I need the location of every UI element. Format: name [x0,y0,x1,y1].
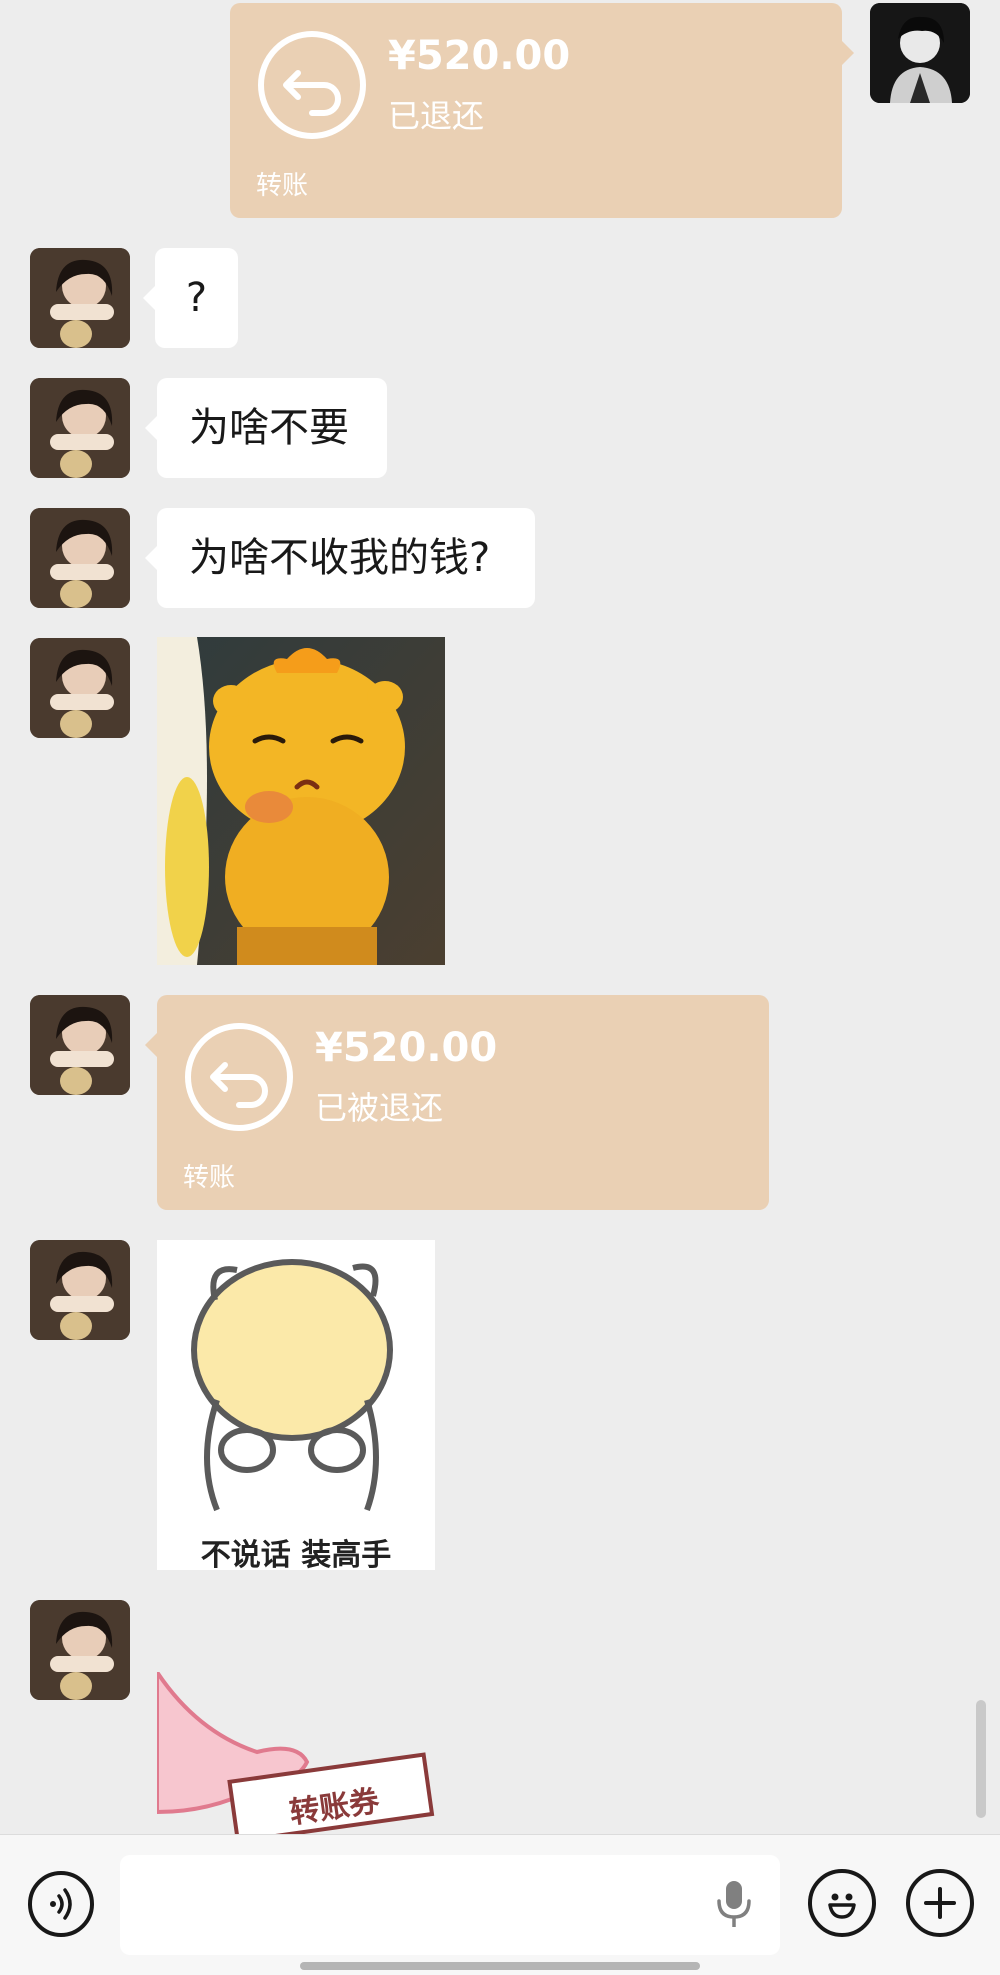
contact-avatar[interactable] [30,508,130,608]
voice-mode-icon [50,1888,72,1920]
emoji-icon [828,1893,856,1919]
avatar-image [30,638,130,738]
transfer-status: 已被退还 [315,1089,444,1127]
transfer-label: 转账 [256,171,309,201]
contact-avatar[interactable] [30,638,130,738]
voice-mode-button[interactable] [28,1871,94,1937]
refund-arrow-icon [258,31,366,139]
message-text: ? [185,275,208,321]
refund-arrow-icon [185,1023,293,1131]
home-indicator[interactable] [300,1962,700,1970]
contact-avatar[interactable] [30,378,130,478]
message-bubble[interactable]: 为啥不收我的钱? [145,508,535,608]
contact-avatar[interactable] [30,1600,130,1700]
plus-icon [924,1887,956,1919]
transfer-status: 已退还 [388,97,485,135]
chick-sticker-image [157,637,445,965]
transfer-amount: ¥520.00 [388,33,571,79]
message-input[interactable] [120,1855,780,1955]
emoji-button[interactable] [808,1869,876,1937]
transfer-card-sent[interactable]: ¥520.00 已退还 转账 [230,3,854,218]
avatar-image [30,1600,130,1700]
chick-sticker[interactable] [157,637,445,965]
avatar-image [30,508,130,608]
input-bar [0,1834,1000,1975]
avatar-image [30,1240,130,1340]
contact-avatar[interactable] [30,248,130,348]
transfer-coupon-sticker[interactable]: 转账券 [157,1672,447,1834]
message-bubble[interactable]: ? [143,248,238,348]
message-text: 为啥不要 [189,405,349,451]
avatar-image [30,995,130,1095]
contact-avatar[interactable] [30,1240,130,1340]
contact-avatar[interactable] [30,995,130,1095]
microphone-icon[interactable] [714,1879,754,1931]
message-text: 为啥不收我的钱? [189,535,491,581]
avatar-image [870,3,970,103]
sticker-caption: 不说话 装高手 [200,1538,392,1570]
avatar-image [30,378,130,478]
transfer-card-received[interactable]: ¥520.00 已被退还 转账 [145,995,769,1210]
blurry-character-image [157,1240,435,1520]
plus-button[interactable] [906,1869,974,1937]
avatar-image [30,248,130,348]
my-avatar[interactable] [870,3,970,103]
transfer-label: 转账 [183,1163,236,1193]
message-bubble[interactable]: 为啥不要 [145,378,387,478]
pretend-expert-sticker[interactable]: 不说话 装高手 [157,1240,435,1570]
scrollbar[interactable] [976,1700,986,1818]
transfer-amount: ¥520.00 [315,1025,498,1071]
